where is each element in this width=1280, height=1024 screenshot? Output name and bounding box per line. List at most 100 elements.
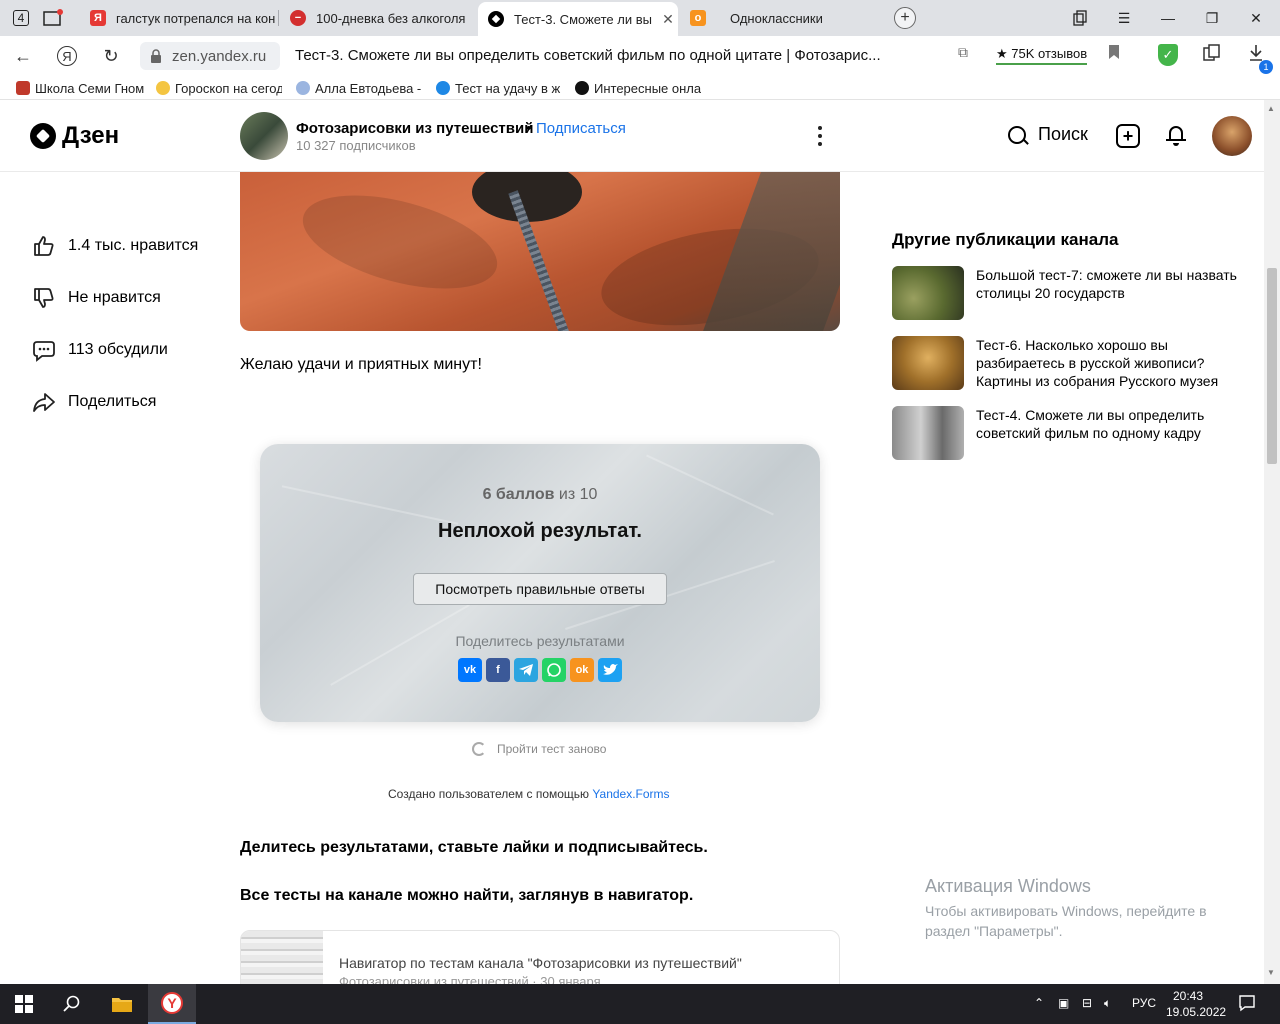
article-photo <box>240 172 840 331</box>
tab-close-icon[interactable]: ✕ <box>658 11 678 28</box>
bookmark-item[interactable]: Школа Семи Гном <box>16 80 144 96</box>
tab-4[interactable]: о Одноклассники <box>680 4 876 32</box>
page-scrollbar[interactable]: ▲ ▼ <box>1264 100 1280 984</box>
meet-now-icon[interactable]: ▣ <box>1058 996 1069 1010</box>
channel-name[interactable]: Фотозарисовки из путешествий <box>296 120 533 137</box>
taskbar-search-icon[interactable] <box>48 984 96 1024</box>
zen-logo-text: Дзен <box>62 122 120 149</box>
windows-activation-watermark: Активация Windows Чтобы активировать Win… <box>925 876 1245 941</box>
bookmark-item[interactable]: Интересные онла <box>575 80 701 96</box>
scrollbar-thumb[interactable] <box>1267 268 1277 464</box>
tab-2[interactable]: − 100-дневка без алкоголя <box>280 4 476 32</box>
whatsapp-share-icon[interactable] <box>542 658 566 682</box>
downloads-badge: 1 <box>1259 60 1273 74</box>
address-bar: ← Я ↻ zen.yandex.ru Тест-3. Сможете ли в… <box>0 36 1280 76</box>
bookmark-item[interactable]: Тест на удачу в ж <box>436 80 562 96</box>
comments-button[interactable]: 113 обсудили <box>30 336 168 364</box>
share-button[interactable]: Поделиться <box>30 388 156 416</box>
odnoklassniki-share-icon[interactable]: ok <box>570 658 594 682</box>
close-window-icon[interactable]: ✕ <box>1234 4 1278 32</box>
bookmark-icon[interactable] <box>1108 44 1120 65</box>
notifications-bell-icon[interactable] <box>1166 124 1186 146</box>
navigator-card-meta: Фотозарисовки из путешествий · 30 января <box>339 974 601 984</box>
bookmark-label: Школа Семи Гном <box>35 80 144 96</box>
vk-share-icon[interactable]: vk <box>458 658 482 682</box>
yandex-browser-taskbar-icon[interactable]: Y <box>148 984 196 1024</box>
publication-item[interactable]: Тест-4. Сможете ли вы определить советск… <box>892 406 1242 460</box>
tabs-menu-icon[interactable] <box>1058 4 1102 32</box>
more-options-icon[interactable] <box>812 124 828 148</box>
separator-dot: • <box>526 120 532 137</box>
publication-item[interactable]: Тест-6. Насколько хорошо вы разбираетесь… <box>892 336 1242 390</box>
dislike-button[interactable]: Не нравится <box>30 284 161 312</box>
tab-separator <box>278 10 279 26</box>
clock-date: 19.05.2022 <box>1166 1005 1227 1019</box>
collections-icon[interactable] <box>1202 44 1222 67</box>
gnome-bookmark-icon <box>16 81 30 95</box>
quiz-score-value: 6 баллов <box>482 486 555 503</box>
language-indicator[interactable]: РУС <box>1132 996 1156 1010</box>
translate-icon[interactable]: ⧉ <box>958 44 968 61</box>
retake-test-button[interactable]: Пройти тест заново <box>472 742 606 756</box>
protect-shield-icon[interactable]: ✓ <box>1158 44 1178 66</box>
bookmark-label: Тест на удачу в ж <box>455 80 561 96</box>
view-correct-answers-button[interactable]: Посмотреть правильные ответы <box>413 573 667 605</box>
subscribe-link[interactable]: Подписаться <box>536 120 626 137</box>
article-paragraph: Делитесь результатами, ставьте лайки и п… <box>240 839 708 856</box>
tab-3-active[interactable]: Тест-3. Сможете ли вы ✕ <box>478 2 678 36</box>
tab-strip: 4 Я галстук потрепался на кон − 100-днев… <box>0 0 1280 36</box>
share-buttons: vk f ok <box>458 658 622 682</box>
navigator-thumbnail <box>241 931 323 984</box>
telegram-share-icon[interactable] <box>514 658 538 682</box>
minimize-icon[interactable]: — <box>1146 4 1190 32</box>
channel-avatar[interactable] <box>240 112 288 160</box>
search-button[interactable]: Поиск <box>1008 124 1088 145</box>
luck-test-bookmark-icon <box>436 81 450 95</box>
retake-label: Пройти тест заново <box>497 742 607 756</box>
navigator-card[interactable]: Навигатор по тестам канала "Фотозарисовк… <box>240 930 840 984</box>
show-hidden-icons[interactable]: ⌃ <box>1034 996 1044 1010</box>
notifications-center-icon[interactable] <box>1238 994 1256 1015</box>
taskbar-clock[interactable]: 20:43 19.05.2022 <box>1166 988 1227 1020</box>
bookmark-item[interactable]: Алла Евтодьева - <box>296 80 422 96</box>
publication-title: Тест-6. Насколько хорошо вы разбираетесь… <box>976 337 1219 389</box>
publication-title: Тест-4. Сможете ли вы определить советск… <box>976 407 1205 441</box>
likes-count: 1.4 тыс. нравится <box>68 237 199 254</box>
user-avatar[interactable] <box>1212 116 1252 156</box>
zen-header: Дзен Фотозарисовки из путешествий • Подп… <box>0 100 1264 172</box>
back-icon[interactable]: ← <box>10 44 36 68</box>
restore-icon[interactable]: ❐ <box>1190 4 1234 32</box>
scroll-up-icon[interactable]: ▲ <box>1267 104 1275 113</box>
search-icon <box>1008 125 1026 144</box>
tab-counter-button[interactable]: 4 <box>8 6 34 30</box>
url-field[interactable]: zen.yandex.ru <box>140 42 280 70</box>
volume-icon[interactable]: 🔈︎ <box>1104 996 1111 1011</box>
yandex-button-icon[interactable]: Я <box>54 44 80 68</box>
url-text: zen.yandex.ru <box>172 47 267 65</box>
reload-icon[interactable]: ↻ <box>98 44 124 68</box>
yandex-forms-link[interactable]: Yandex.Forms <box>592 787 669 801</box>
new-group-icon[interactable] <box>40 6 66 30</box>
file-explorer-icon[interactable] <box>98 984 146 1024</box>
add-post-icon[interactable]: + <box>1116 124 1140 148</box>
tab-1[interactable]: Я галстук потрепался на кон <box>80 4 276 32</box>
publication-item[interactable]: Большой тест-7: сможете ли вы назвать ст… <box>892 266 1242 320</box>
thumbs-down-icon <box>30 284 58 312</box>
facebook-share-icon[interactable]: f <box>486 658 510 682</box>
new-tab-button[interactable]: + <box>894 7 916 29</box>
twitter-share-icon[interactable] <box>598 658 622 682</box>
quiz-result-card: 6 баллов из 10 Неплохой результат. Посмо… <box>260 444 820 722</box>
network-icon[interactable]: ⊟ <box>1082 996 1092 1010</box>
tab-counter: 4 <box>12 10 30 26</box>
share-arrow-icon <box>30 388 58 416</box>
start-button[interactable] <box>0 984 48 1024</box>
quiz-score-max: из 10 <box>554 486 598 503</box>
reviews-badge[interactable]: ★ 75K отзывов <box>996 46 1088 65</box>
scroll-down-icon[interactable]: ▼ <box>1267 968 1275 977</box>
bookmark-item[interactable]: Гороскоп на сегод <box>156 80 282 96</box>
menu-icon[interactable]: ☰ <box>1102 4 1146 32</box>
tab-title: галстук потрепался на кон <box>116 10 276 26</box>
like-button[interactable]: 1.4 тыс. нравится <box>30 232 198 260</box>
zen-logo[interactable]: Дзен <box>30 122 119 150</box>
lock-icon <box>150 49 162 63</box>
